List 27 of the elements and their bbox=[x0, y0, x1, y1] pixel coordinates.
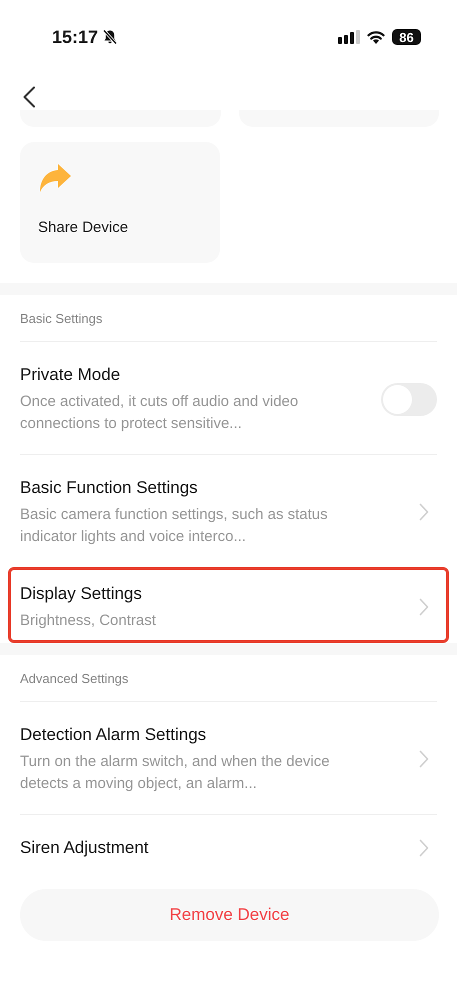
row-title: Detection Alarm Settings bbox=[20, 724, 208, 746]
back-icon[interactable] bbox=[22, 86, 36, 108]
settings-row[interactable]: Private Mode Once activated, it cuts off audio and video connections to protect sensitive... bbox=[20, 342, 437, 454]
row-description: Once activated, it cuts off audio and video connections to protect sensitive... bbox=[20, 392, 300, 434]
settings-row[interactable]: Display Settings Brightness, Contrast bbox=[8, 567, 449, 643]
row-title: Siren Adjustment bbox=[20, 837, 150, 859]
signal-icon bbox=[338, 30, 360, 44]
chevron-right-icon bbox=[419, 598, 429, 616]
section-label: Basic Settings bbox=[20, 295, 437, 342]
row-description: Basic camera function settings, such as status indicator lights and voice interco... bbox=[20, 505, 329, 547]
wifi-icon bbox=[367, 30, 385, 44]
row-title: Basic Function Settings bbox=[20, 477, 199, 499]
chevron-right-icon bbox=[419, 750, 429, 768]
row-description: Brightness, Contrast bbox=[20, 611, 157, 631]
section-label: Advanced Settings bbox=[20, 655, 437, 702]
row-title: Private Mode bbox=[20, 364, 122, 386]
row-description: Turn on the alarm switch, and when the device detects a moving object, an alarm... bbox=[20, 752, 331, 794]
settings-row[interactable]: Basic Function Settings Basic camera function settings, such as status indicator lights and voice interco... bbox=[20, 454, 437, 567]
row-title: Display Settings bbox=[20, 583, 143, 605]
share-device-tile[interactable]: Share Device bbox=[20, 142, 220, 263]
settings-row[interactable]: Siren Adjustment bbox=[20, 814, 437, 879]
share-arrow-icon bbox=[38, 162, 72, 194]
clock-time: 15:17 bbox=[52, 26, 98, 48]
chevron-right-icon bbox=[419, 839, 429, 857]
battery-icon: 86 bbox=[392, 29, 421, 45]
settings-row[interactable]: Detection Alarm Settings Turn on the alarm switch, and when the device detects a moving object, an alarm... bbox=[20, 702, 437, 814]
chevron-right-icon bbox=[419, 503, 429, 521]
